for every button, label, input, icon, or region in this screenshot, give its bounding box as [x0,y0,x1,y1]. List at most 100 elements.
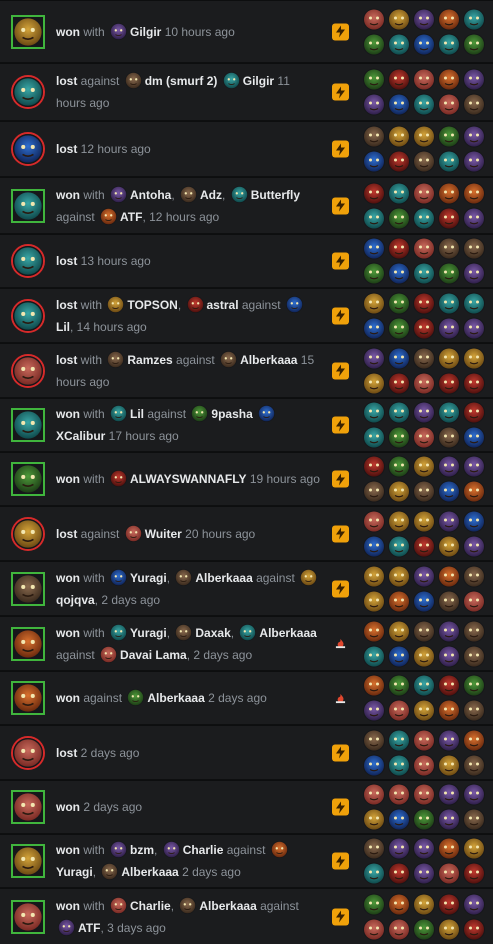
hero-portrait-icon[interactable] [413,68,435,91]
hero-portrait-icon[interactable] [388,729,410,751]
hero-portrait-icon[interactable] [463,590,485,612]
hero-portrait-icon[interactable] [413,674,435,697]
hero-portrait-icon[interactable] [388,426,410,449]
player-name[interactable]: qojqva [56,593,95,607]
player-name[interactable]: Lil [56,320,70,334]
player-hero-avatar[interactable] [11,462,45,496]
hero-portrait-icon[interactable] [413,535,435,557]
hero-portrait-icon[interactable] [438,33,460,55]
hero-portrait-icon[interactable] [363,93,385,116]
hero-portrait-icon[interactable] [363,510,385,532]
player-hero-avatar[interactable] [11,132,45,166]
hero-portrait-icon[interactable] [413,317,435,339]
match-row[interactable]: won with Charlie, Alberkaaa against ATF,… [0,888,493,944]
hero-portrait-icon[interactable] [388,182,410,204]
hero-portrait-icon[interactable] [463,8,485,30]
hero-portrait-icon[interactable] [413,837,435,860]
player-name[interactable]: Yuragi [130,626,167,640]
player-name[interactable]: Yuragi [130,571,167,585]
hero-portrait-icon[interactable] [363,347,385,369]
hero-portrait-icon[interactable] [363,674,385,697]
player-hero-avatar[interactable] [11,244,45,278]
hero-portrait-icon[interactable] [463,150,485,173]
hero-portrait-icon[interactable] [438,565,460,587]
player-name[interactable]: Lil [130,407,144,421]
match-row[interactable]: lost with Ramzes against Alberkaaa 15 ho… [0,343,493,397]
hero-portrait-icon[interactable] [463,918,485,940]
player-hero-avatar[interactable] [11,626,45,661]
player-name[interactable]: TOPSON [127,298,177,312]
player-name[interactable]: Ramzes [127,353,172,367]
match-row[interactable]: won with Gilgir 10 hours ago [0,0,493,62]
hero-portrait-icon[interactable] [388,699,410,722]
hero-portrait-icon[interactable] [388,8,410,30]
player-hero-avatar[interactable] [11,353,45,388]
hero-portrait-icon[interactable] [463,347,485,369]
hero-portrait-icon[interactable] [363,292,385,314]
hero-portrait-icon[interactable] [388,620,410,642]
hero-portrait-icon[interactable] [463,729,485,751]
hero-portrait-icon[interactable] [363,207,385,229]
hero-portrait-icon[interactable] [363,401,385,424]
player-hero-avatar[interactable] [11,735,45,770]
hero-portrait-icon[interactable] [438,125,460,148]
hero-portrait-icon[interactable] [438,510,460,532]
hero-portrait-icon[interactable] [413,620,435,642]
player-name[interactable]: Gilgir [243,74,274,88]
hero-portrait-icon[interactable] [413,510,435,532]
hero-portrait-icon[interactable] [438,645,460,667]
hero-portrait-icon[interactable] [438,262,460,285]
hero-portrait-icon[interactable] [438,8,460,30]
hero-portrait-icon[interactable] [413,347,435,369]
player-hero-avatar[interactable] [11,571,45,606]
player-name[interactable]: Charlie [183,843,224,857]
hero-portrait-icon[interactable] [413,33,435,55]
hero-portrait-icon[interactable] [363,455,385,478]
match-row[interactable]: won with Yuragi, Daxak, Alberkaaa agains… [0,616,493,670]
hero-portrait-icon[interactable] [413,480,435,503]
hero-portrait-icon[interactable] [438,699,460,722]
player-name[interactable]: ATF [120,210,142,224]
hero-portrait-icon[interactable] [438,893,460,915]
player-name[interactable]: 9pasha [211,407,252,421]
hero-portrait-icon[interactable] [463,674,485,697]
hero-portrait-icon[interactable] [413,808,435,831]
player-name[interactable]: Charlie [130,899,171,913]
hero-portrait-icon[interactable] [413,699,435,722]
hero-portrait-icon[interactable] [363,68,385,91]
hero-portrait-icon[interactable] [463,237,485,260]
player-name[interactable]: ALWAYSWANNAFLY [130,472,246,486]
hero-portrait-icon[interactable] [388,317,410,339]
hero-portrait-icon[interactable] [438,150,460,173]
hero-portrait-icon[interactable] [363,808,385,831]
hero-portrait-icon[interactable] [438,372,460,394]
player-hero-avatar[interactable] [11,844,45,878]
hero-portrait-icon[interactable] [413,426,435,449]
hero-portrait-icon[interactable] [363,590,385,612]
hero-portrait-icon[interactable] [463,426,485,449]
hero-portrait-icon[interactable] [388,862,410,885]
hero-portrait-icon[interactable] [438,207,460,229]
hero-portrait-icon[interactable] [438,783,460,806]
hero-portrait-icon[interactable] [438,862,460,885]
hero-portrait-icon[interactable] [363,645,385,667]
hero-portrait-icon[interactable] [438,674,460,697]
hero-portrait-icon[interactable] [413,125,435,148]
hero-portrait-icon[interactable] [463,207,485,229]
hero-portrait-icon[interactable] [363,862,385,885]
hero-portrait-icon[interactable] [363,565,385,587]
hero-portrait-icon[interactable] [363,262,385,285]
hero-portrait-icon[interactable] [363,372,385,394]
hero-portrait-icon[interactable] [388,33,410,55]
hero-portrait-icon[interactable] [463,510,485,532]
match-row[interactable]: won with Antoha, Adz, Butterfly against … [0,177,493,233]
match-row[interactable]: lost against dm (smurf 2) Gilgir 11 hour… [0,63,493,120]
hero-portrait-icon[interactable] [388,535,410,557]
player-hero-avatar[interactable] [11,516,45,551]
hero-portrait-icon[interactable] [413,207,435,229]
hero-portrait-icon[interactable] [463,372,485,394]
hero-portrait-icon[interactable] [388,645,410,667]
match-row[interactable]: won with ALWAYSWANNAFLY 19 hours ago [0,452,493,505]
hero-portrait-icon[interactable] [413,590,435,612]
hero-portrait-icon[interactable] [388,455,410,478]
